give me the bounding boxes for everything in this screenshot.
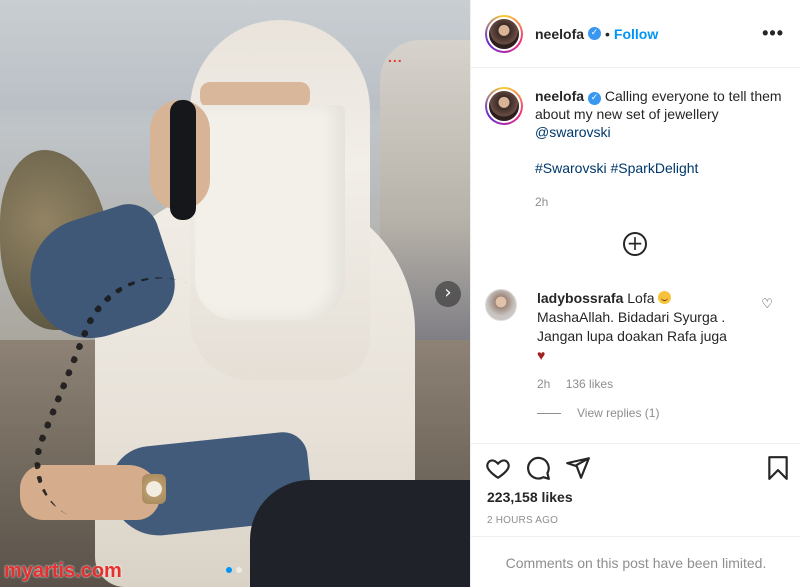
comment-icon[interactable] (525, 455, 551, 481)
caption-time: 2h (535, 195, 549, 209)
verified-icon: ✓ (588, 27, 602, 40)
share-icon[interactable] (565, 455, 591, 481)
watermark: myartis.com (4, 560, 122, 582)
hashtag-link[interactable]: #SparkDelight (610, 160, 698, 176)
comments-section: neelofa ✓ Calling everyone to tell them a… (471, 69, 800, 444)
separator-dot: • (605, 25, 610, 42)
hashtags: #Swarovski #SparkDelight (535, 159, 785, 177)
save-icon[interactable] (765, 455, 791, 481)
smile-emoji-icon (658, 291, 672, 304)
author-username[interactable]: neelofa (535, 26, 584, 42)
commenter-username[interactable]: ladybossrafa (537, 290, 623, 306)
caption-username[interactable]: neelofa (535, 88, 584, 104)
comments-limited-notice: Comments on this post have been limited. (471, 536, 800, 587)
comment-time: 2h (537, 377, 551, 391)
verified-icon: ✓ (588, 92, 602, 105)
comment-item: ladybossrafa Lofa MashaAllah. Bidadari S… (485, 289, 791, 394)
watermark-dots: ... (388, 49, 403, 65)
hashtag-link[interactable]: #Swarovski (535, 160, 607, 176)
view-replies-label: View replies (1) (577, 406, 660, 420)
carousel-dot (236, 567, 242, 573)
replies-line (537, 412, 561, 414)
photo-phone (170, 100, 196, 220)
post-header: neelofa ✓ • Follow ••• (471, 0, 800, 68)
comment-meta: 2h 136 likes (537, 375, 757, 394)
photo-pants (250, 480, 470, 587)
post-sidebar: neelofa ✓ • Follow ••• neelofa ✓ Calling … (470, 0, 800, 587)
post-timestamp[interactable]: 2 HOURS AGO (487, 515, 558, 526)
photo-veil (195, 105, 345, 320)
heart-emoji-icon: ♥ (537, 347, 546, 363)
author-avatar[interactable] (485, 14, 523, 53)
carousel-indicator (226, 567, 242, 573)
follow-button[interactable]: Follow (614, 26, 658, 42)
commenter-avatar[interactable] (485, 289, 517, 321)
comment-text-body: MashaAllah. Bidadari Syurga . Jangan lup… (537, 309, 727, 344)
caption-avatar[interactable] (485, 87, 523, 125)
action-bar (485, 455, 791, 483)
mention-link[interactable]: @swarovski (535, 124, 611, 140)
carousel-dot-active (226, 567, 232, 573)
likes-count[interactable]: 223,158 likes (487, 489, 573, 505)
load-more-comments-icon[interactable]: + (623, 232, 647, 256)
view-replies-button[interactable]: View replies (1) (537, 406, 659, 420)
comment-likes[interactable]: 136 likes (566, 377, 613, 391)
post-caption: neelofa ✓ Calling everyone to tell them a… (471, 69, 800, 211)
comment-text: Lofa (627, 290, 655, 306)
heart-icon[interactable] (485, 455, 511, 481)
carousel-next-icon[interactable]: › (435, 281, 461, 307)
more-options-icon[interactable]: ••• (762, 23, 784, 44)
post-photo[interactable]: ... › myartis.com (0, 0, 470, 587)
comment-like-icon[interactable]: ♡ (761, 297, 773, 312)
